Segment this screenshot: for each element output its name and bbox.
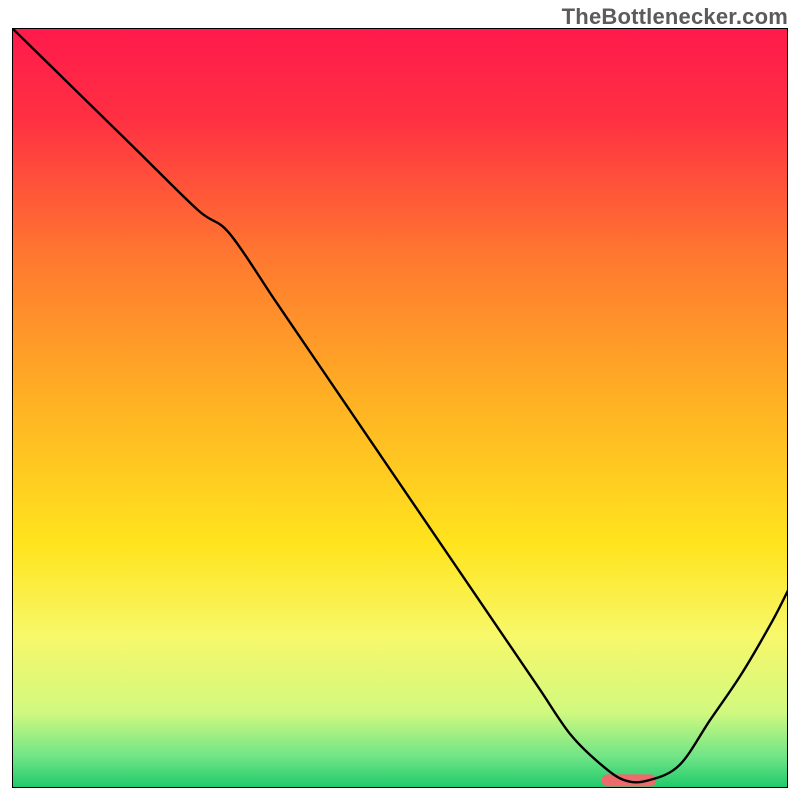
plot-area xyxy=(12,28,788,788)
chart-svg xyxy=(12,28,788,788)
bottleneck-chart: TheBottlenecker.com xyxy=(0,0,800,800)
watermark-text: TheBottlenecker.com xyxy=(562,4,788,30)
